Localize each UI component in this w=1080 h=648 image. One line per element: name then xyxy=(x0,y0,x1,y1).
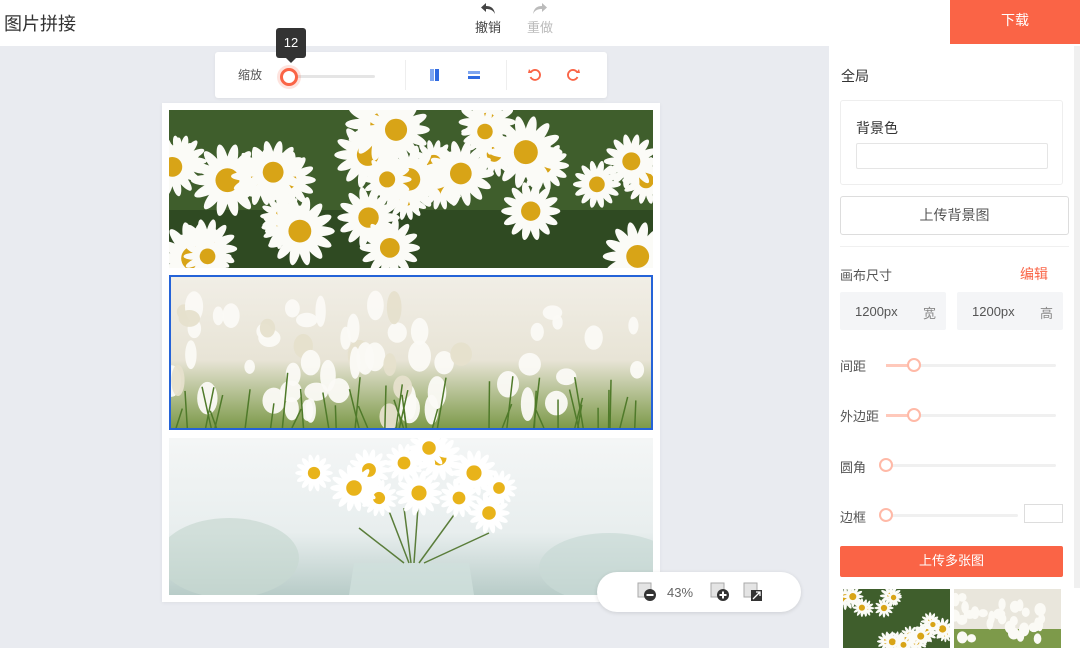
zoom-out-icon[interactable] xyxy=(637,582,657,602)
collage-tile-daisies-field[interactable] xyxy=(169,110,653,268)
background-color-label: 背景色 xyxy=(856,121,898,137)
top-bar: 图片拼接 撤销 重做 下载 xyxy=(0,0,1080,46)
zoom-slider-handle[interactable] xyxy=(280,68,298,86)
upload-multiple-button[interactable]: 上传多张图 xyxy=(840,546,1063,577)
zoom-slider-track[interactable] xyxy=(285,75,375,78)
global-section-title: 全局 xyxy=(841,69,869,85)
border-color-swatch[interactable] xyxy=(1024,504,1063,523)
settings-panel: 全局 背景色 上传背景图 画布尺寸 编辑 1200px 宽 1200px 高 间… xyxy=(829,46,1080,648)
layout-vertical-icon[interactable] xyxy=(427,67,443,83)
toolbar-divider xyxy=(405,60,406,90)
corner-radius-slider-handle[interactable] xyxy=(879,458,893,472)
app-title: 图片拼接 xyxy=(4,14,76,35)
canvas-height-unit: 高 xyxy=(1039,307,1053,322)
zoom-control: 43% xyxy=(597,572,801,612)
undo-button[interactable]: 撤销 xyxy=(468,2,508,42)
border-slider-handle[interactable] xyxy=(879,508,893,522)
canvas-width-unit: 宽 xyxy=(922,307,936,322)
daisies-field-image xyxy=(169,110,653,268)
fit-screen-icon[interactable] xyxy=(743,582,763,602)
canvas-width-field[interactable]: 1200px 宽 xyxy=(840,292,946,330)
thumbnail-daisies-image xyxy=(843,589,950,648)
collage-canvas xyxy=(162,103,660,602)
panel-divider xyxy=(840,246,1069,247)
collage-tile-crocus-selected[interactable] xyxy=(169,275,653,430)
download-button[interactable]: 下载 xyxy=(950,0,1080,44)
spacing-label: 间距 xyxy=(840,360,867,375)
upload-background-button[interactable]: 上传背景图 xyxy=(840,196,1069,235)
rotate-left-icon[interactable] xyxy=(527,67,543,83)
thumbnail-crocus-image xyxy=(954,589,1061,648)
outer-margin-label: 外边距 xyxy=(840,410,880,425)
panel-scrollbar[interactable] xyxy=(1074,46,1080,588)
redo-label: 重做 xyxy=(526,21,553,36)
corner-radius-slider[interactable] xyxy=(886,464,1056,467)
layout-horizontal-icon[interactable] xyxy=(466,67,482,83)
undo-icon xyxy=(481,3,495,14)
canvas-width-value: 1200px xyxy=(855,304,898,319)
crocus-flowers-image xyxy=(171,277,651,428)
edit-canvas-size-link[interactable]: 编辑 xyxy=(1020,264,1048,284)
collage-tile-daisies-glass[interactable] xyxy=(169,438,653,595)
background-color-input[interactable] xyxy=(856,143,1048,169)
rotate-right-icon[interactable] xyxy=(565,67,581,83)
canvas-height-value: 1200px xyxy=(972,304,1015,319)
canvas-toolbar: 缩放 xyxy=(215,52,607,98)
thumbnail-daisies[interactable] xyxy=(843,589,950,648)
redo-icon xyxy=(533,3,547,14)
zoom-label: 缩放 xyxy=(238,68,263,82)
background-color-card: 背景色 xyxy=(840,100,1063,185)
border-label: 边框 xyxy=(840,511,867,526)
canvas-height-field[interactable]: 1200px 高 xyxy=(957,292,1063,330)
zoom-percentage: 43% xyxy=(667,585,694,600)
spacing-slider-handle[interactable] xyxy=(907,358,921,372)
redo-button[interactable]: 重做 xyxy=(520,2,560,42)
toolbar-divider xyxy=(506,60,507,90)
zoom-tooltip: 12 xyxy=(276,28,306,63)
outer-margin-slider-handle[interactable] xyxy=(907,408,921,422)
canvas-size-label: 画布尺寸 xyxy=(840,269,893,284)
corner-radius-label: 圆角 xyxy=(840,461,867,476)
thumbnail-crocus[interactable] xyxy=(954,589,1061,648)
undo-label: 撤销 xyxy=(474,21,501,36)
daisies-glass-image xyxy=(169,438,653,595)
border-slider[interactable] xyxy=(886,514,1018,517)
zoom-in-icon[interactable] xyxy=(710,582,730,602)
